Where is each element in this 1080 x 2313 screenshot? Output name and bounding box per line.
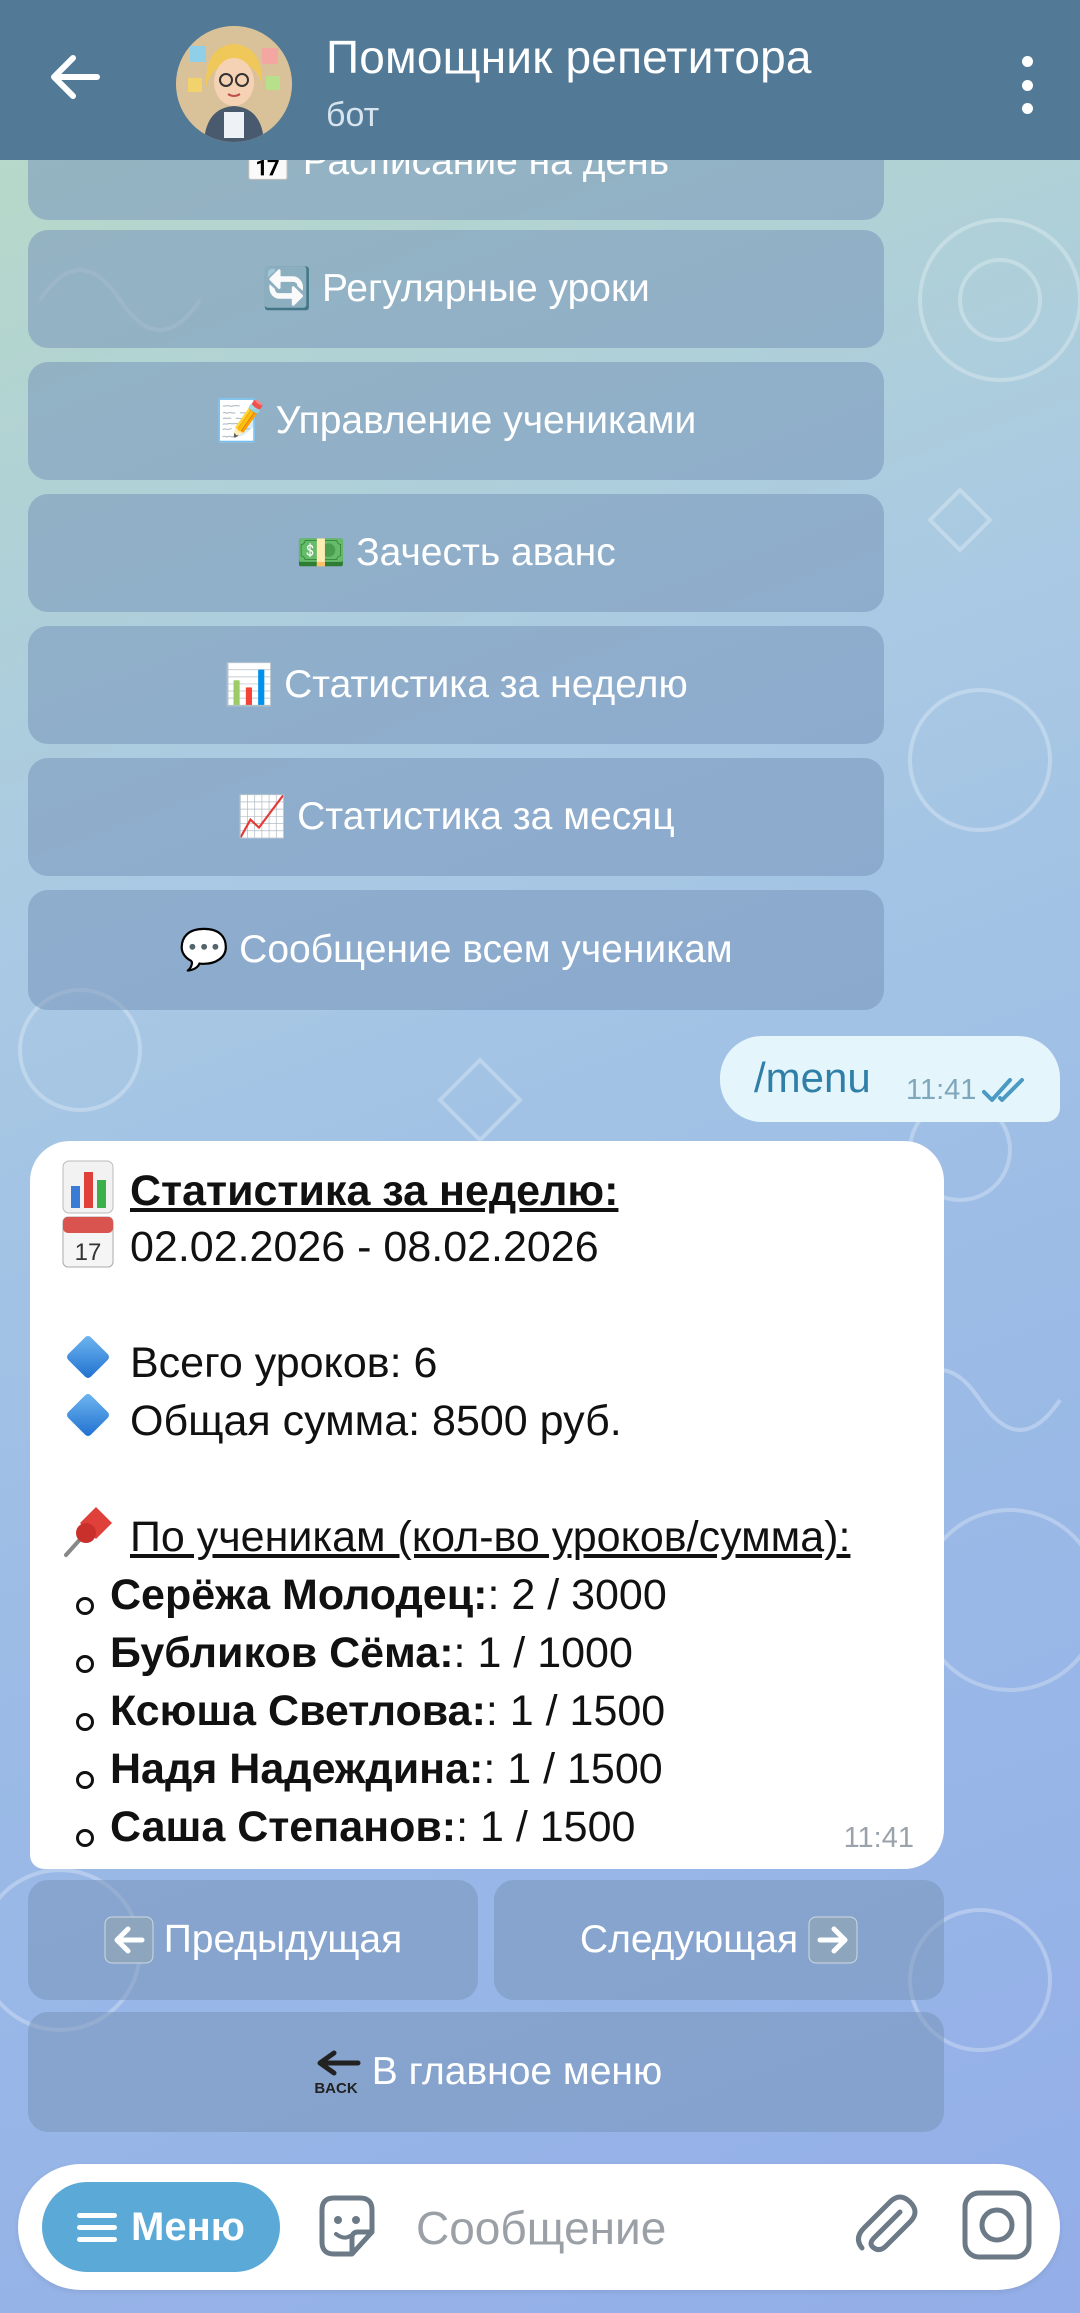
button-label: Управление учениками xyxy=(275,399,697,442)
message-text: /menu xyxy=(754,1054,871,1101)
student-value: : 2 / 3000 xyxy=(487,1571,667,1619)
camera-icon[interactable] xyxy=(960,2188,1034,2262)
calendar-icon: 17 xyxy=(60,1213,116,1269)
student-name: Серёжа Молодец: xyxy=(110,1571,488,1619)
list-bullet xyxy=(76,1655,94,1673)
list-bullet xyxy=(76,1829,94,1847)
manage-students-button[interactable]: 📝 Управление учениками xyxy=(28,362,884,480)
student-name: Саша Степанов: xyxy=(110,1803,457,1851)
memo-icon: 📝 xyxy=(215,399,266,443)
student-name: Ксюша Светлова: xyxy=(110,1687,486,1735)
money-icon: 💵 xyxy=(296,531,347,575)
message-input[interactable] xyxy=(414,2188,848,2268)
student-name: Надя Надеждина: xyxy=(110,1745,484,1793)
svg-text:BACK: BACK xyxy=(314,2080,357,2095)
next-week-button[interactable]: Следующая xyxy=(494,1880,944,2000)
student-value: : 1 / 1500 xyxy=(483,1745,663,1793)
student-row: Серёжа Молодец:: 2 / 3000 xyxy=(110,1571,667,1620)
arrow-right-box-icon xyxy=(808,1916,858,1964)
tutor-avatar-icon xyxy=(176,26,292,142)
regular-lessons-button[interactable]: 🔄 Регулярные уроки xyxy=(28,230,884,348)
weekly-stats-message[interactable]: Статистика за неделю: 17 02.02.2026 - 08… xyxy=(30,1141,944,1869)
repeat-icon: 🔄 xyxy=(262,267,312,311)
button-label: Следующая xyxy=(579,1918,799,1961)
sticker-icon[interactable] xyxy=(312,2192,382,2262)
button-label: Сообщение всем ученикам xyxy=(239,928,733,971)
kebab-dot xyxy=(1021,79,1033,91)
menu-button-label: Меню xyxy=(131,2204,245,2249)
back-arrow-icon: BACK xyxy=(314,2050,361,2095)
total-lessons: Всего уроков: 6 xyxy=(130,1339,438,1387)
total-sum: Общая сумма: 8500 руб. xyxy=(130,1397,622,1445)
previous-week-button[interactable]: Предыдущая xyxy=(28,1880,478,2000)
bot-avatar[interactable] xyxy=(176,26,292,142)
message-time: 11:41 xyxy=(906,1074,977,1106)
weekly-stats-button[interactable]: 📊 Статистика за неделю xyxy=(28,626,884,744)
list-bullet xyxy=(76,1771,94,1789)
message-time: 11:41 xyxy=(843,1822,914,1854)
back-button[interactable] xyxy=(40,42,110,112)
student-value: : 1 / 1500 xyxy=(456,1803,636,1851)
blue-diamond-icon xyxy=(60,1387,116,1443)
message-all-students-button[interactable]: 💬 Сообщение всем ученикам xyxy=(28,890,884,1010)
outgoing-message[interactable]: /menu 11:41 xyxy=(720,1036,1060,1122)
message-input-bar: Меню xyxy=(18,2164,1060,2290)
credit-advance-button[interactable]: 💵 Зачесть аванс xyxy=(28,494,884,612)
by-students-heading: По ученикам (кол-во уроков/сумма): xyxy=(130,1513,851,1561)
chat-subtitle: бот xyxy=(326,96,380,134)
stats-period: 02.02.2026 - 08.02.2026 xyxy=(130,1223,599,1271)
student-value: : 1 / 1500 xyxy=(485,1687,666,1735)
bar-chart-icon: 📊 xyxy=(224,663,275,707)
student-row: Бубликов Сёма:: 1 / 1000 xyxy=(110,1629,633,1678)
bot-menu-button[interactable]: Меню xyxy=(42,2182,280,2272)
speech-bubble-icon: 💬 xyxy=(179,928,230,972)
button-label: Статистика за месяц xyxy=(297,795,675,838)
kebab-dot xyxy=(1021,103,1033,114)
student-row: Надя Надеждина:: 1 / 1500 xyxy=(110,1745,663,1794)
chat-title[interactable]: Помощник репетитора xyxy=(326,30,812,84)
button-label: В главное меню xyxy=(371,2050,663,2093)
blue-diamond-icon xyxy=(60,1329,116,1385)
hamburger-icon xyxy=(77,2212,118,2242)
student-name: Бубликов Сёма: xyxy=(110,1629,454,1677)
monthly-stats-button[interactable]: 📈 Статистика за месяц xyxy=(28,758,884,876)
list-bullet xyxy=(76,1713,94,1731)
button-label: Регулярные уроки xyxy=(322,267,650,310)
button-label: Зачесть аванс xyxy=(356,531,616,574)
student-row: Ксюша Светлова:: 1 / 1500 xyxy=(110,1687,665,1736)
double-check-icon xyxy=(982,1078,1024,1102)
main-menu-button[interactable]: BACK В главное меню xyxy=(28,2012,944,2132)
svg-text:17: 17 xyxy=(75,1239,102,1266)
button-label: Статистика за неделю xyxy=(284,663,688,706)
arrow-left-icon xyxy=(51,55,100,99)
chat-header: Помощник репетитора бот xyxy=(0,0,1080,160)
paperclip-icon[interactable] xyxy=(848,2190,922,2264)
stats-heading: Статистика за неделю: xyxy=(130,1167,619,1215)
pushpin-icon xyxy=(60,1503,116,1559)
student-row: Саша Степанов:: 1 / 1500 xyxy=(110,1803,635,1852)
kebab-dot xyxy=(1021,56,1033,67)
trend-chart-icon: 📈 xyxy=(237,795,288,839)
list-bullet xyxy=(76,1597,94,1615)
button-label: Предыдущая xyxy=(163,1918,403,1961)
more-options-button[interactable] xyxy=(1002,50,1052,120)
student-value: : 1 / 1000 xyxy=(453,1629,633,1677)
bar-chart-icon xyxy=(60,1159,116,1215)
arrow-left-box-icon xyxy=(104,1916,154,1964)
